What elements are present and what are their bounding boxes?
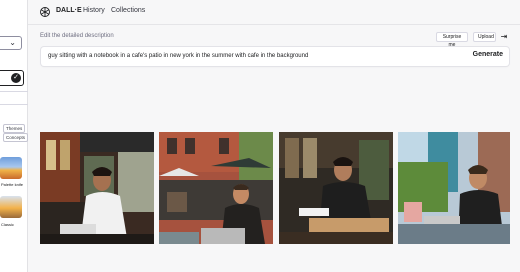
brand-name[interactable]: DALL·E (56, 7, 82, 14)
generated-image-2[interactable] (159, 132, 273, 244)
tag-concepts[interactable]: Concepts (3, 133, 29, 142)
tag-themes[interactable]: Themes (3, 124, 26, 133)
generate-button[interactable]: Generate (473, 51, 503, 58)
left-panel: ⌄ ✓ Themes Concepts Palette knife Classi… (0, 0, 29, 272)
check-icon: ✓ (11, 73, 21, 83)
prompt-label: Edit the detailed description (40, 33, 114, 39)
prompt-input[interactable]: guy sitting with a notebook in a cafe's … (41, 47, 509, 66)
style-caption: Classic (1, 222, 14, 227)
collapse-panel-icon[interactable]: ⇥ (498, 32, 510, 42)
openai-logo-icon[interactable] (39, 6, 51, 18)
upload-button[interactable]: Upload (473, 32, 496, 42)
prompt-text[interactable]: guy sitting with a notebook in a cafe's … (48, 53, 308, 59)
style-caption: Palette knife (1, 182, 24, 187)
style-thumbnail-balloon[interactable] (0, 157, 22, 179)
generated-image-3[interactable] (279, 132, 393, 244)
surprise-me-button[interactable]: Surprise me (436, 32, 468, 48)
generated-image-4[interactable] (398, 132, 510, 244)
nav-history[interactable]: History (83, 7, 105, 14)
divider (0, 104, 28, 105)
top-nav: DALL·E History Collections (28, 0, 520, 25)
style-thumbnail-balloon-2[interactable] (0, 196, 22, 218)
nav-collections[interactable]: Collections (111, 7, 145, 14)
selected-option-field[interactable]: ✓ (0, 70, 24, 86)
style-select[interactable]: ⌄ (0, 36, 22, 50)
generated-image-1[interactable] (40, 132, 154, 244)
chevron-down-icon: ⌄ (9, 38, 16, 47)
divider (0, 91, 28, 92)
